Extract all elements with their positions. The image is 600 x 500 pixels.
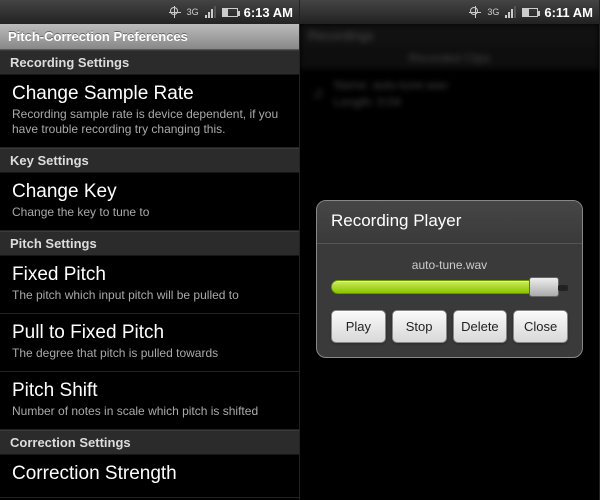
- gps-icon: [469, 6, 481, 18]
- status-clock: 6:11 AM: [544, 5, 593, 20]
- dialog-filename: auto-tune.wav: [331, 258, 568, 272]
- preferences-screen: 3G 6:13 AM Pitch-Correction Preferences …: [0, 0, 300, 500]
- list-item-subtitle: The degree that pitch is pulled towards: [12, 346, 287, 361]
- section-header-recording: Recording Settings: [0, 50, 299, 75]
- list-item-title: Change Key: [12, 181, 287, 203]
- seekbar-thumb-icon[interactable]: [529, 277, 559, 297]
- delete-button[interactable]: Delete: [453, 310, 508, 343]
- pref-pull-to-fixed-pitch[interactable]: Pull to Fixed Pitch The degree that pitc…: [0, 314, 299, 372]
- pref-change-sample-rate[interactable]: Change Sample Rate Recording sample rate…: [0, 75, 299, 148]
- dialog-title: Recording Player: [317, 201, 582, 244]
- recording-player-dialog: Recording Player auto-tune.wav Play Stop…: [316, 200, 583, 358]
- section-header-correction: Correction Settings: [0, 430, 299, 455]
- network-3g-icon: 3G: [487, 8, 499, 16]
- bg-page-title: Recordings: [300, 24, 599, 47]
- page-title: Pitch-Correction Preferences: [0, 24, 299, 50]
- pref-fixed-pitch[interactable]: Fixed Pitch The pitch which input pitch …: [0, 256, 299, 314]
- pref-change-key[interactable]: Change Key Change the key to tune to: [0, 173, 299, 231]
- battery-icon: [522, 8, 538, 17]
- section-header-key: Key Settings: [0, 148, 299, 173]
- music-note-icon: ♫: [312, 85, 324, 103]
- list-item-subtitle: Number of notes in scale which pitch is …: [12, 404, 287, 419]
- stop-button[interactable]: Stop: [392, 310, 447, 343]
- list-item-title: Fixed Pitch: [12, 264, 287, 286]
- bg-list-item: ♫ Name: auto-tune.wav Length: 0:04: [300, 69, 599, 119]
- gps-icon: [169, 6, 181, 18]
- bg-section-header: Recorded Clips: [300, 47, 599, 69]
- section-header-pitch: Pitch Settings: [0, 231, 299, 256]
- status-clock: 6:13 AM: [244, 5, 293, 20]
- pref-correction-strength[interactable]: Correction Strength: [0, 455, 299, 498]
- play-button[interactable]: Play: [331, 310, 386, 343]
- list-item-title: Pull to Fixed Pitch: [12, 322, 287, 344]
- network-3g-icon: 3G: [187, 8, 199, 16]
- list-item-subtitle: The pitch which input pitch will be pull…: [12, 288, 287, 303]
- player-screen: 3G 6:11 AM Recordings Recorded Clips ♫ N…: [300, 0, 600, 500]
- list-item-title: Correction Strength: [12, 463, 287, 485]
- signal-icon: [505, 6, 516, 18]
- signal-icon: [205, 6, 216, 18]
- list-item-subtitle: Recording sample rate is device dependen…: [12, 107, 287, 137]
- close-button[interactable]: Close: [513, 310, 568, 343]
- playback-seekbar[interactable]: [331, 278, 568, 296]
- battery-icon: [222, 8, 238, 17]
- pref-pitch-shift[interactable]: Pitch Shift Number of notes in scale whi…: [0, 372, 299, 430]
- list-item-title: Change Sample Rate: [12, 83, 287, 105]
- status-bar: 3G 6:13 AM: [0, 0, 299, 24]
- status-bar: 3G 6:11 AM: [300, 0, 599, 24]
- list-item-title: Pitch Shift: [12, 380, 287, 402]
- seekbar-fill: [331, 280, 535, 294]
- list-item-subtitle: Change the key to tune to: [12, 205, 287, 220]
